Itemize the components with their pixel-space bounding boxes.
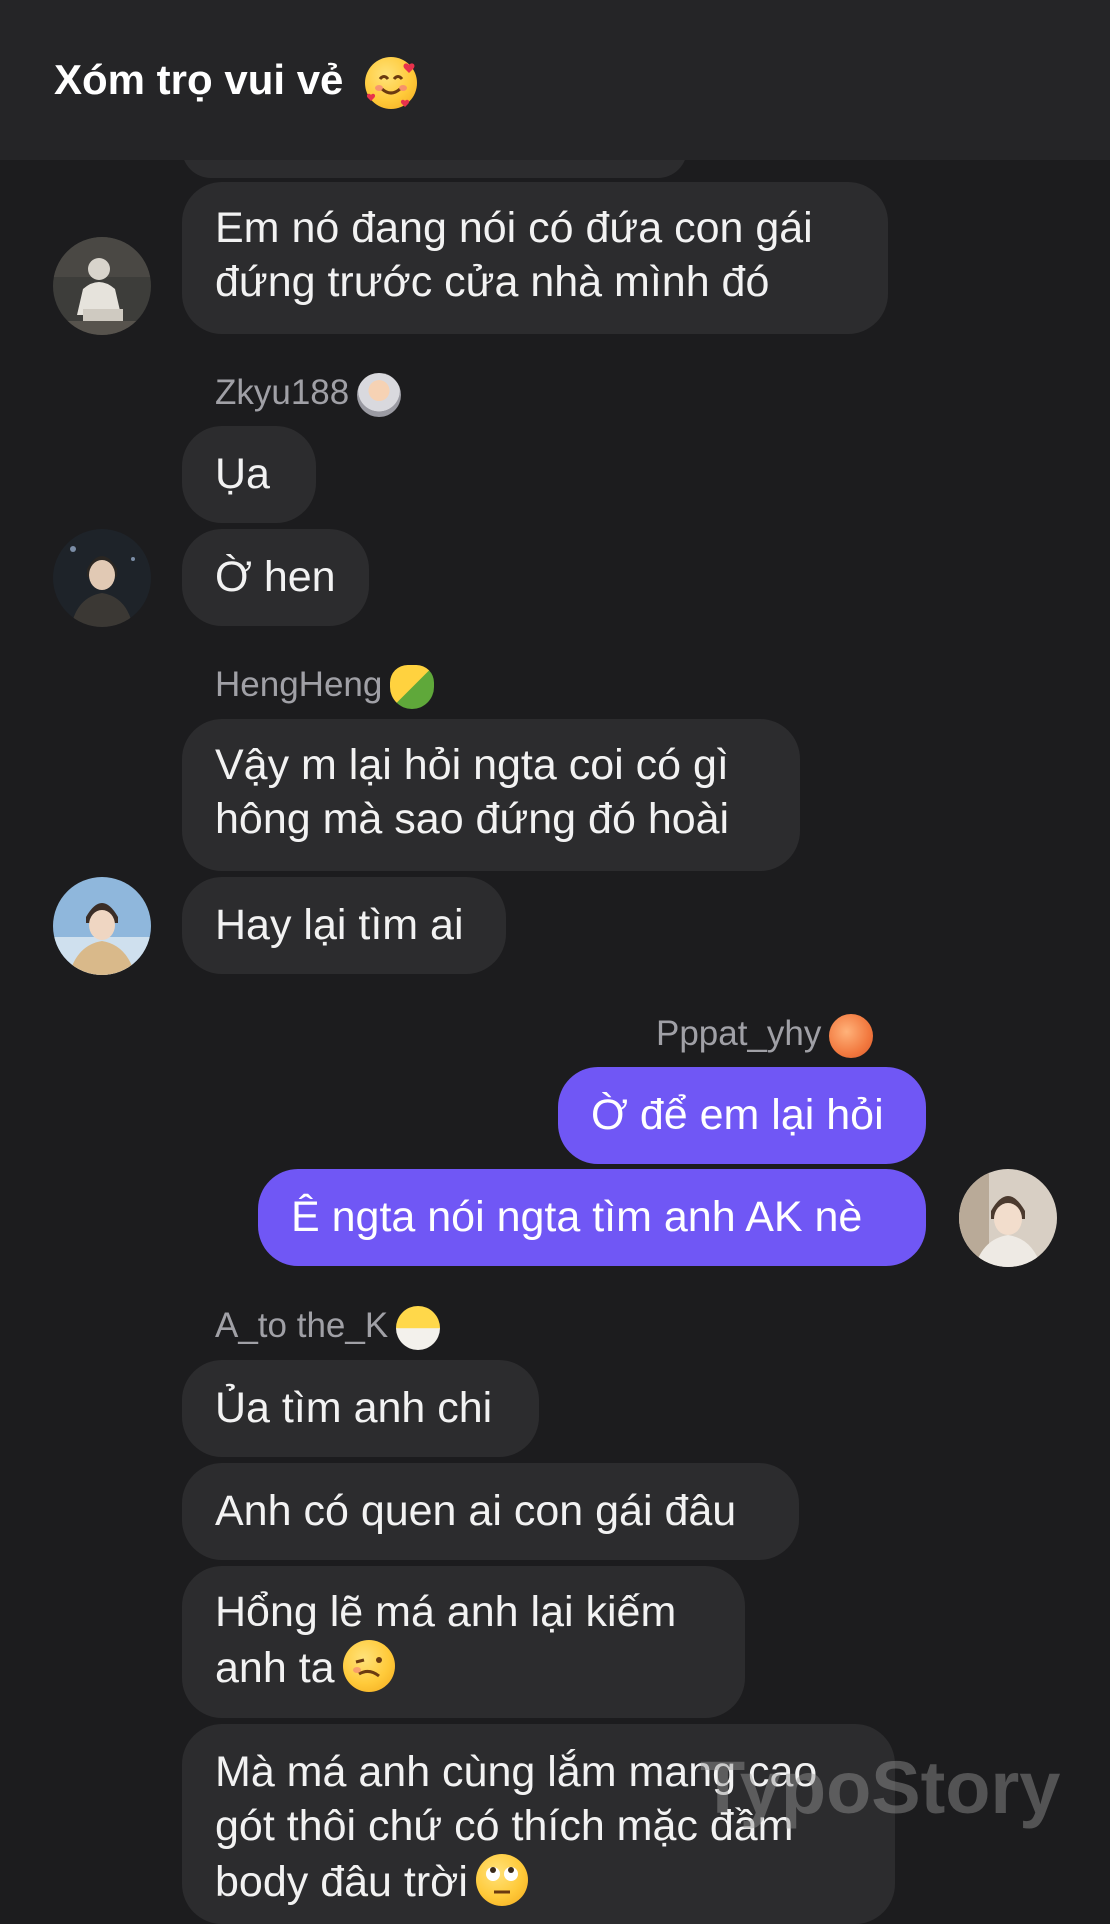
message-bubble-outgoing[interactable]: Ê ngta nói ngta tìm anh AK nè (258, 1169, 926, 1266)
message-text-line: hông mà sao đứng đó hoài (215, 795, 730, 843)
message-text: Ê ngta nói ngta tìm anh AK nè (291, 1193, 863, 1241)
chat-title-text: Xóm trọ vui vẻ (54, 56, 344, 103)
corn-icon (390, 664, 435, 709)
face-with-rolling-eyes-icon (475, 1854, 528, 1906)
message-bubble[interactable]: Ờ hen (182, 529, 369, 626)
message-bubble-outgoing[interactable]: Ờ để em lại hỏi (558, 1067, 926, 1164)
astronaut-icon (357, 372, 402, 417)
message-bubble[interactable]: Ủa tìm anh chi (182, 1360, 539, 1457)
avatar[interactable] (53, 237, 151, 335)
message-text: Hay lại tìm ai (215, 901, 464, 949)
avatar[interactable] (53, 529, 151, 627)
message-text-line: đứng trước cửa nhà mình đó (215, 258, 770, 306)
chat-title[interactable]: Xóm trọ vui vẻ (54, 52, 418, 109)
avatar[interactable] (53, 877, 151, 975)
my-avatar[interactable] (959, 1169, 1057, 1267)
peach-icon (829, 1013, 874, 1058)
message-text-line: Vậy m lại hỏi ngta coi có gì (215, 741, 729, 789)
message-bubble[interactable]: Ụa (182, 426, 316, 523)
message-text: Ủa tìm anh chi (215, 1384, 493, 1432)
message-text: Ờ hen (215, 553, 336, 601)
sender-name: HengHeng (215, 663, 435, 709)
message-bubble[interactable]: Hay lại tìm ai (182, 877, 506, 974)
smiling-face-with-hearts-icon (365, 56, 418, 109)
message-text-line: Em nó đang nói có đứa con gái (215, 204, 813, 252)
message-bubble[interactable]: Em nó đang nói có đứa con gái đứng trước… (182, 182, 888, 334)
sender-name: Zkyu188 (215, 371, 402, 417)
message-bubble[interactable]: Vậy m lại hỏi ngta coi có gì hông mà sao… (182, 719, 800, 871)
hatching-chick-icon (396, 1305, 441, 1350)
message-text: Ụa (215, 450, 270, 498)
woozy-face-icon (342, 1640, 395, 1692)
sender-name: A_to the_K (215, 1304, 441, 1350)
message-text-line: Hổng lẽ má anh lại kiếm (215, 1588, 677, 1636)
message-bubble[interactable]: Hổng lẽ má anh lại kiếm anh ta (182, 1566, 745, 1718)
sender-name: Pppat_yhy (656, 1012, 874, 1058)
watermark: TypoStory (700, 1746, 1061, 1829)
message-text: Anh có quen ai con gái đâu (215, 1487, 737, 1535)
chat-header: Xóm trọ vui vẻ (0, 0, 1110, 160)
message-text-line: body đâu trời (215, 1854, 895, 1909)
message-text-line: anh ta (215, 1640, 745, 1695)
message-bubble[interactable]: Anh có quen ai con gái đâu (182, 1463, 799, 1560)
message-text: Ờ để em lại hỏi (591, 1091, 884, 1139)
